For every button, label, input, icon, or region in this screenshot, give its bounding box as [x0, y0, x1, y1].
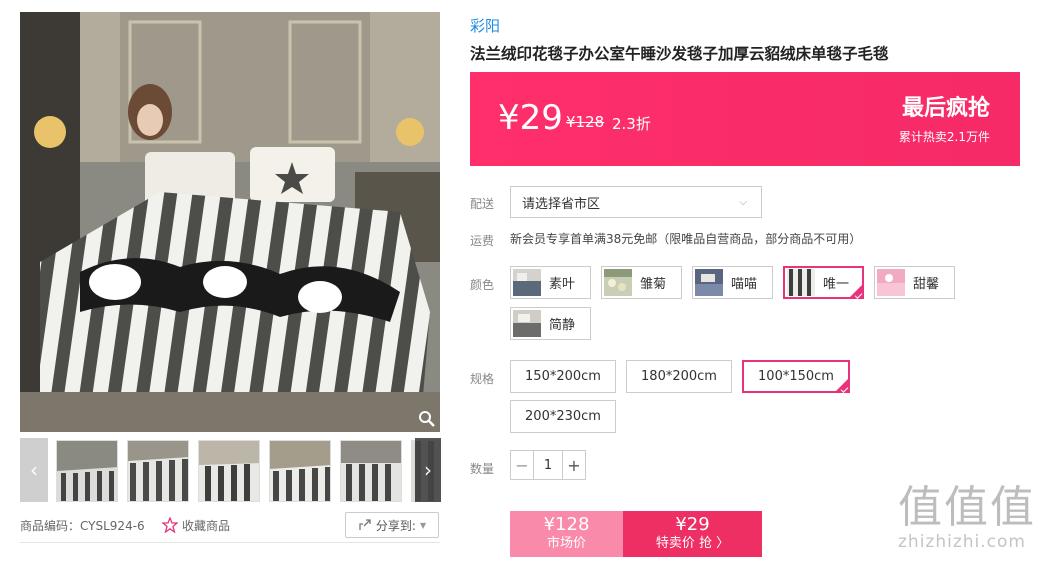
sold-count: 累计热卖2.1万件 — [898, 130, 990, 144]
size-option-3[interactable]: 100*150cm — [742, 360, 850, 393]
flash-sale-label: 最后疯抢 — [901, 96, 990, 121]
color-option-5[interactable]: 甜馨 — [874, 266, 955, 299]
market-price: ¥128 — [543, 514, 590, 535]
color-option-6[interactable]: 简静 — [510, 307, 591, 340]
size-option-2[interactable]: 180*200cm — [626, 360, 732, 393]
product-code: 商品编码：CYSL924-6 — [20, 518, 145, 533]
selected-check-icon — [835, 378, 849, 392]
region-select[interactable]: 请选择省市区 ⌵ — [510, 186, 762, 218]
divider — [20, 542, 440, 543]
chevron-right-icon: › — [424, 458, 432, 482]
chevron-down-icon: ⌵ — [739, 197, 747, 208]
region-placeholder: 请选择省市区 — [522, 196, 601, 212]
quantity-minus-button[interactable]: − — [511, 451, 533, 479]
thumbnail-2[interactable] — [127, 440, 189, 502]
color-option-label: 甜馨 — [913, 277, 940, 292]
zoom-icon[interactable] — [418, 410, 436, 428]
thumbnail-5[interactable] — [340, 440, 402, 502]
thumbnail-1[interactable] — [56, 440, 118, 502]
thumbnail-strip: ‹ › — [20, 438, 441, 502]
watermark: 值值值 zhizhizhi.com — [898, 482, 1038, 553]
chevron-left-icon: ‹ — [30, 458, 38, 482]
share-label: 分享到: — [375, 518, 416, 533]
color-option-label: 唯一 — [823, 277, 850, 292]
favorite-button[interactable]: 收藏商品 — [162, 512, 230, 538]
size-label: 规格 — [470, 372, 495, 386]
color-option-label: 素叶 — [549, 277, 576, 292]
star-icon — [162, 517, 178, 533]
caret-down-icon: ▼ — [419, 520, 427, 530]
main-product-image[interactable] — [20, 12, 440, 432]
size-option-4[interactable]: 200*230cm — [510, 400, 616, 433]
quantity-stepper: − 1 + — [510, 450, 586, 480]
special-price-label: 特卖价 抢 〉 — [655, 536, 730, 551]
product-meta-row: 商品编码：CYSL924-6 收藏商品 分享到: ▼ — [20, 512, 440, 538]
buy-now-button[interactable]: ¥29 特卖价 抢 〉 — [623, 511, 762, 557]
delivery-label: 配送 — [470, 197, 495, 211]
color-option-label: 简静 — [549, 318, 576, 333]
current-price: ¥29 — [498, 98, 563, 138]
shipping-label: 运费 — [470, 234, 495, 248]
color-option-1[interactable]: 素叶 — [510, 266, 591, 299]
selected-check-icon — [849, 284, 863, 298]
color-swatch — [877, 269, 905, 296]
share-button[interactable]: 分享到: ▼ — [345, 512, 439, 538]
size-option-label: 180*200cm — [641, 369, 717, 384]
color-swatch — [513, 269, 541, 296]
product-title: 法兰绒印花毯子办公室午睡沙发毯子加厚云貂绒床单毯子毛毯 — [470, 45, 889, 63]
market-price-label: 市场价 — [546, 536, 586, 551]
thumbnail-3[interactable] — [198, 440, 260, 502]
thumb-next-button[interactable]: › — [415, 438, 441, 502]
color-option-2[interactable]: 雏菊 — [601, 266, 682, 299]
quantity-input[interactable]: 1 — [533, 451, 563, 479]
color-swatch — [513, 310, 541, 337]
thumbnail-4[interactable] — [269, 440, 331, 502]
buy-bar: ¥128 市场价 ¥29 特卖价 抢 〉 — [510, 511, 762, 557]
special-price: ¥29 — [675, 514, 710, 535]
size-option-label: 150*200cm — [525, 369, 601, 384]
bedroom-photo — [20, 12, 440, 432]
market-price-block: ¥128 市场价 — [510, 511, 623, 557]
share-icon — [359, 519, 371, 530]
color-option-4[interactable]: 唯一 — [783, 266, 864, 299]
discount-rate: 2.3折 — [612, 115, 651, 133]
color-swatch — [787, 269, 815, 296]
shipping-text: 新会员专享首单满38元免邮（限唯品自营商品，部分商品不可用） — [510, 232, 862, 246]
thumb-prev-button[interactable]: ‹ — [20, 438, 48, 502]
original-price: ¥128 — [566, 113, 605, 131]
size-option-label: 200*230cm — [525, 409, 601, 424]
color-option-label: 喵喵 — [731, 277, 758, 292]
color-swatch — [604, 269, 632, 296]
size-option-label: 100*150cm — [758, 369, 834, 384]
color-label: 颜色 — [470, 278, 495, 292]
color-swatch — [695, 269, 723, 296]
watermark-logo: 值值值 — [898, 482, 1036, 533]
color-option-3[interactable]: 喵喵 — [692, 266, 773, 299]
quantity-label: 数量 — [470, 462, 495, 476]
quantity-plus-button[interactable]: + — [563, 451, 585, 479]
price-banner: ¥29 ¥128 2.3折 最后疯抢 累计热卖2.1万件 — [470, 72, 1020, 166]
favorite-label: 收藏商品 — [182, 518, 231, 533]
color-option-label: 雏菊 — [640, 277, 667, 292]
brand-link[interactable]: 彩阳 — [470, 15, 500, 36]
watermark-url: zhizhizhi.com — [898, 532, 1026, 552]
size-option-1[interactable]: 150*200cm — [510, 360, 616, 393]
